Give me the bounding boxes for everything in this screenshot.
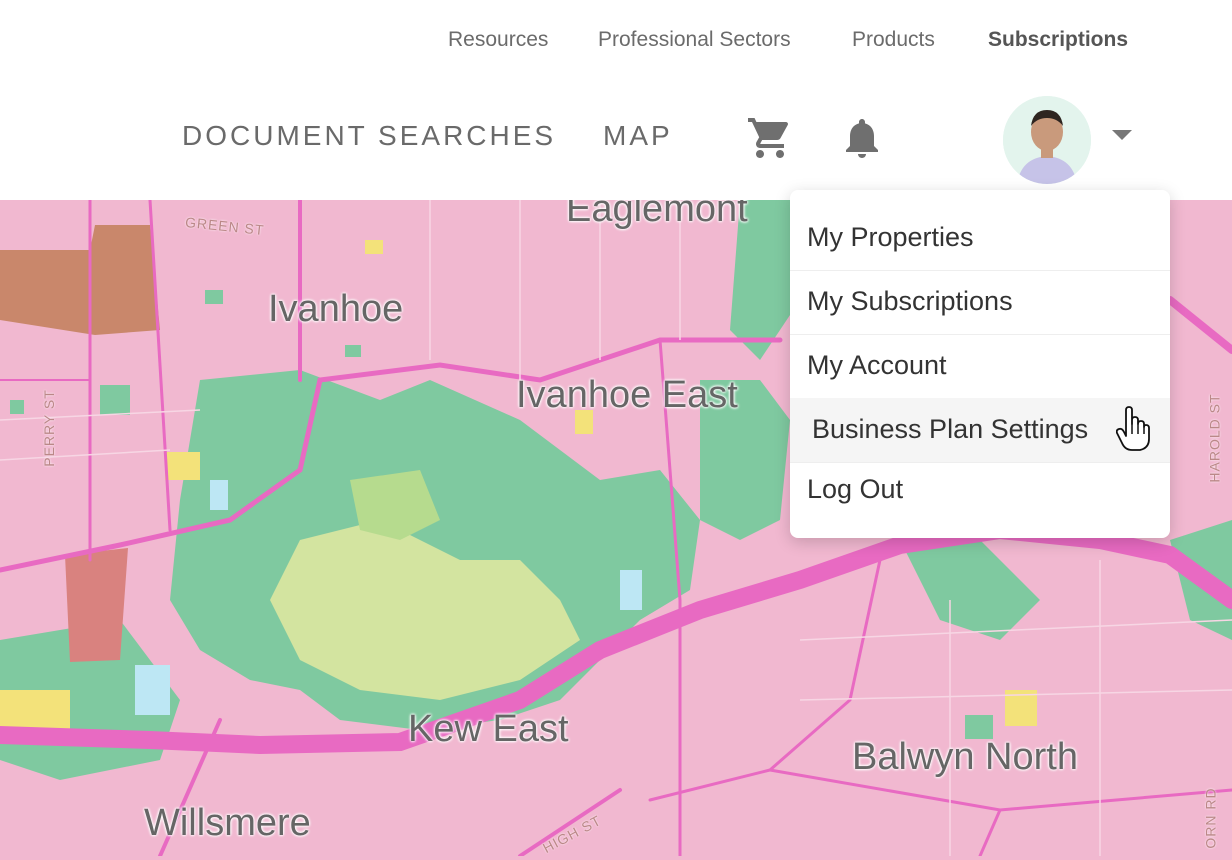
bell-icon[interactable] bbox=[838, 114, 886, 162]
cart-icon[interactable] bbox=[746, 114, 794, 162]
user-avatar[interactable] bbox=[1003, 96, 1091, 184]
menu-item-label: Business Plan Settings bbox=[812, 414, 1089, 444]
street-label-orn-rd: ORN RD bbox=[1202, 787, 1219, 849]
site-header: Resources Professional Sectors Products … bbox=[0, 0, 1232, 200]
place-label-willsmere: Willsmere bbox=[144, 802, 311, 844]
nav-link-products[interactable]: Products bbox=[852, 28, 935, 52]
menu-item-label: Log Out bbox=[807, 474, 904, 504]
street-label-harold-st: HAROLD ST bbox=[1206, 393, 1223, 483]
nav-link-resources[interactable]: Resources bbox=[448, 28, 548, 52]
nav-link-professional-sectors[interactable]: Professional Sectors bbox=[598, 28, 791, 52]
place-label-ivanhoe-east: Ivanhoe East bbox=[516, 374, 738, 416]
menu-item-my-properties[interactable]: My Properties bbox=[790, 206, 1170, 271]
nav-link-map[interactable]: MAP bbox=[603, 120, 673, 152]
chevron-down-icon[interactable] bbox=[1112, 130, 1132, 140]
top-navigation: Resources Professional Sectors Products … bbox=[0, 28, 1232, 58]
place-label-ivanhoe: Ivanhoe bbox=[268, 288, 404, 330]
nav-link-document-searches[interactable]: DOCUMENT SEARCHES bbox=[182, 120, 556, 152]
street-label-perry-st: PERRY ST bbox=[40, 389, 57, 467]
menu-item-log-out[interactable]: Log Out bbox=[790, 462, 1170, 526]
place-label-balwyn-north: Balwyn North bbox=[852, 736, 1078, 778]
menu-item-my-subscriptions[interactable]: My Subscriptions bbox=[790, 270, 1170, 335]
place-label-kew-east: Kew East bbox=[408, 708, 569, 750]
menu-item-my-account[interactable]: My Account bbox=[790, 334, 1170, 399]
nav-link-subscriptions[interactable]: Subscriptions bbox=[988, 28, 1128, 52]
hand-cursor-icon bbox=[1115, 406, 1150, 456]
menu-item-label: My Properties bbox=[807, 222, 974, 252]
user-menu-dropdown: My Properties My Subscriptions My Accoun… bbox=[790, 190, 1170, 538]
menu-item-label: My Subscriptions bbox=[807, 286, 1013, 316]
menu-item-label: My Account bbox=[807, 350, 947, 380]
menu-item-business-plan-settings[interactable]: Business Plan Settings bbox=[790, 398, 1170, 463]
